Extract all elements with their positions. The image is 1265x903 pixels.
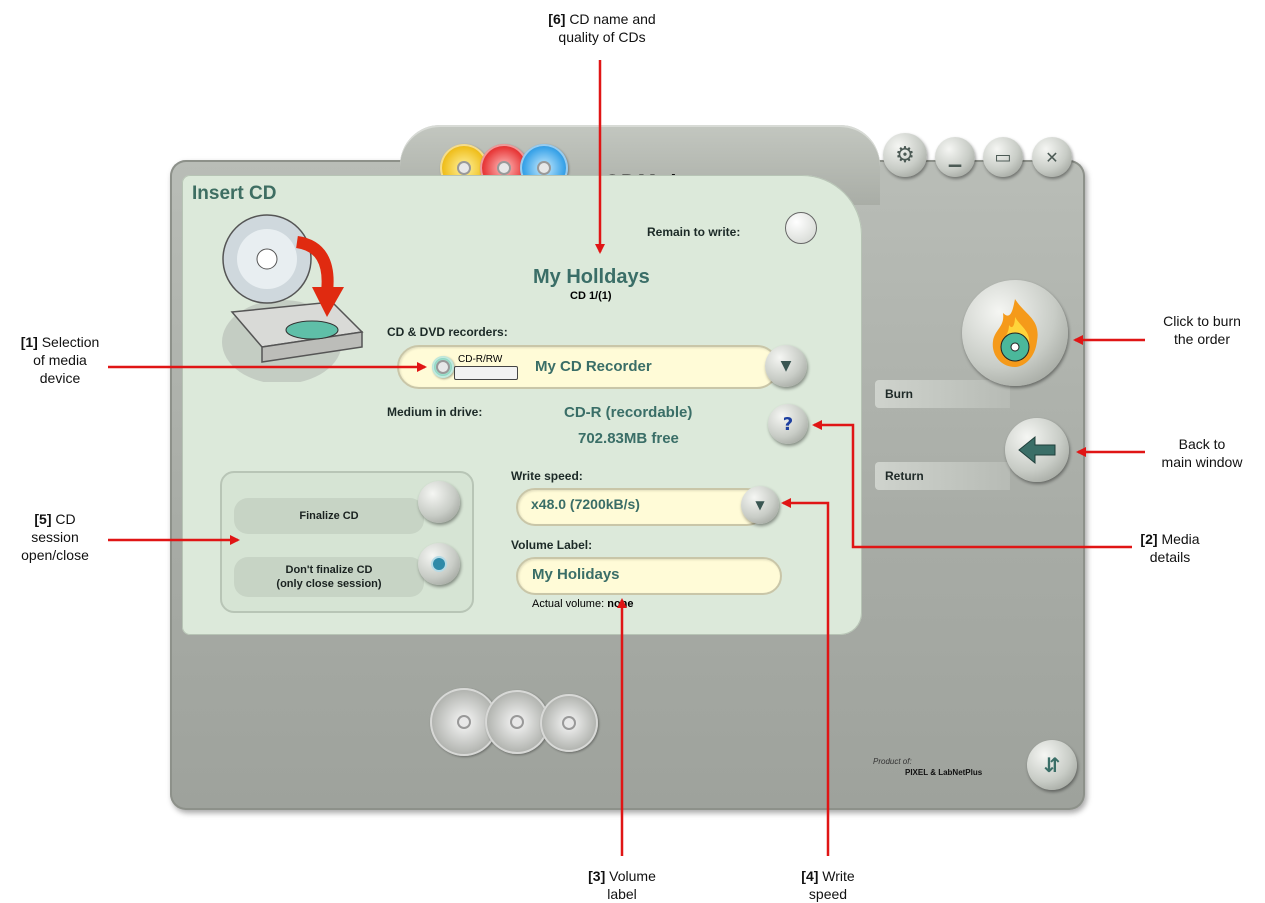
annotation-return: Back to main window xyxy=(1161,436,1243,470)
annotation-burn: Click to burn the order xyxy=(1163,313,1241,347)
annotation-arrows xyxy=(108,60,1145,856)
annotation-4: [4] Write speed xyxy=(801,868,855,902)
annotation-2: [2] Media details xyxy=(1140,531,1200,565)
annotation-6: [6] CD name and quality of CDs xyxy=(548,11,656,45)
arrow-write-speed xyxy=(781,498,830,856)
annotation-3: [3] Volume label xyxy=(588,868,656,902)
annotation-5: [5] CD session open/close xyxy=(21,511,89,563)
arrow-media-details xyxy=(812,420,1132,549)
annotation-1: [1] Selection of media device xyxy=(20,334,100,386)
